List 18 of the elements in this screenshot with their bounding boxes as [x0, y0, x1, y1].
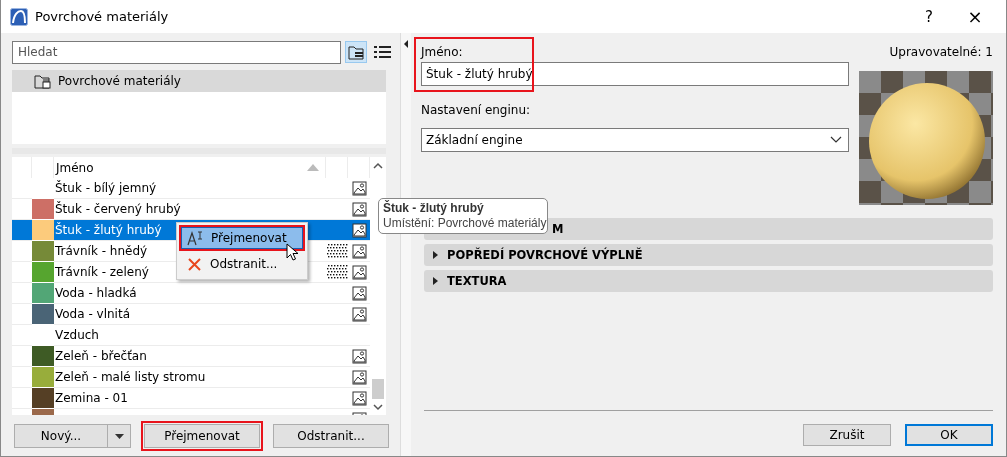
window-title: Povrchové materiály	[35, 9, 170, 24]
folder-label: Povrchové materiály	[58, 74, 181, 88]
material-name: Trávník - zelený	[55, 265, 149, 279]
editable-count: Upravovatelné: 1	[889, 45, 993, 59]
material-name: Vzduch	[55, 328, 99, 342]
field-label: Nastavení enginu:	[421, 103, 532, 119]
material-name: Štuk - červený hrubý	[55, 202, 181, 216]
material-name: Voda - vlnitá	[55, 307, 130, 321]
material-name: Zeleň - malé listy stromu	[55, 370, 206, 384]
column-label: Jméno	[56, 160, 94, 175]
material-name: Štuk - bílý jemný	[55, 181, 157, 195]
material-name: Trávník - hnědý	[55, 244, 148, 258]
material-name: Zeleň - břečťan	[55, 349, 147, 363]
material-name: Štuk - žlutý hrubý	[55, 223, 162, 237]
material-name: Voda - hladká	[55, 286, 137, 300]
tooltip-title: Štuk - žlutý hrubý	[383, 201, 484, 216]
material-name: Zemina - 01	[55, 391, 128, 405]
field-label: Jméno:	[421, 45, 463, 59]
